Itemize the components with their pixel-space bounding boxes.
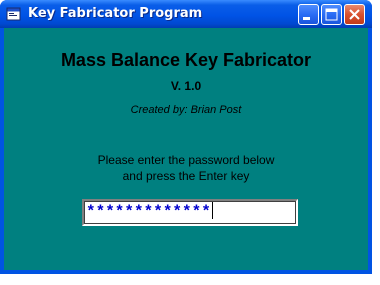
instruction-text: Please enter the password below and pres… bbox=[4, 152, 368, 184]
app-window: Key Fabricator Program Mass Balance Key … bbox=[0, 0, 372, 274]
minimize-button[interactable] bbox=[298, 4, 319, 25]
maximize-icon bbox=[325, 8, 338, 21]
close-button[interactable] bbox=[344, 4, 365, 25]
version-label: V. 1.0 bbox=[170, 79, 202, 93]
client-area: Mass Balance Key Fabricator V. 1.0 Creat… bbox=[4, 28, 368, 270]
credit-label: Created by: Brian Post bbox=[130, 104, 242, 116]
minimize-icon bbox=[303, 17, 310, 20]
close-icon bbox=[349, 9, 360, 20]
password-input[interactable]: ************* bbox=[82, 199, 298, 226]
instruction-line-1: Please enter the password below bbox=[97, 153, 275, 167]
text-caret bbox=[211, 202, 213, 219]
title-bar[interactable]: Key Fabricator Program bbox=[0, 0, 372, 28]
window-title: Key Fabricator Program bbox=[28, 6, 203, 21]
maximize-button[interactable] bbox=[321, 4, 342, 25]
password-value: ************* bbox=[86, 203, 211, 221]
app-window-icon[interactable] bbox=[6, 7, 22, 22]
page-title: Mass Balance Key Fabricator bbox=[60, 50, 312, 70]
instruction-line-2: and press the Enter key bbox=[122, 169, 250, 183]
